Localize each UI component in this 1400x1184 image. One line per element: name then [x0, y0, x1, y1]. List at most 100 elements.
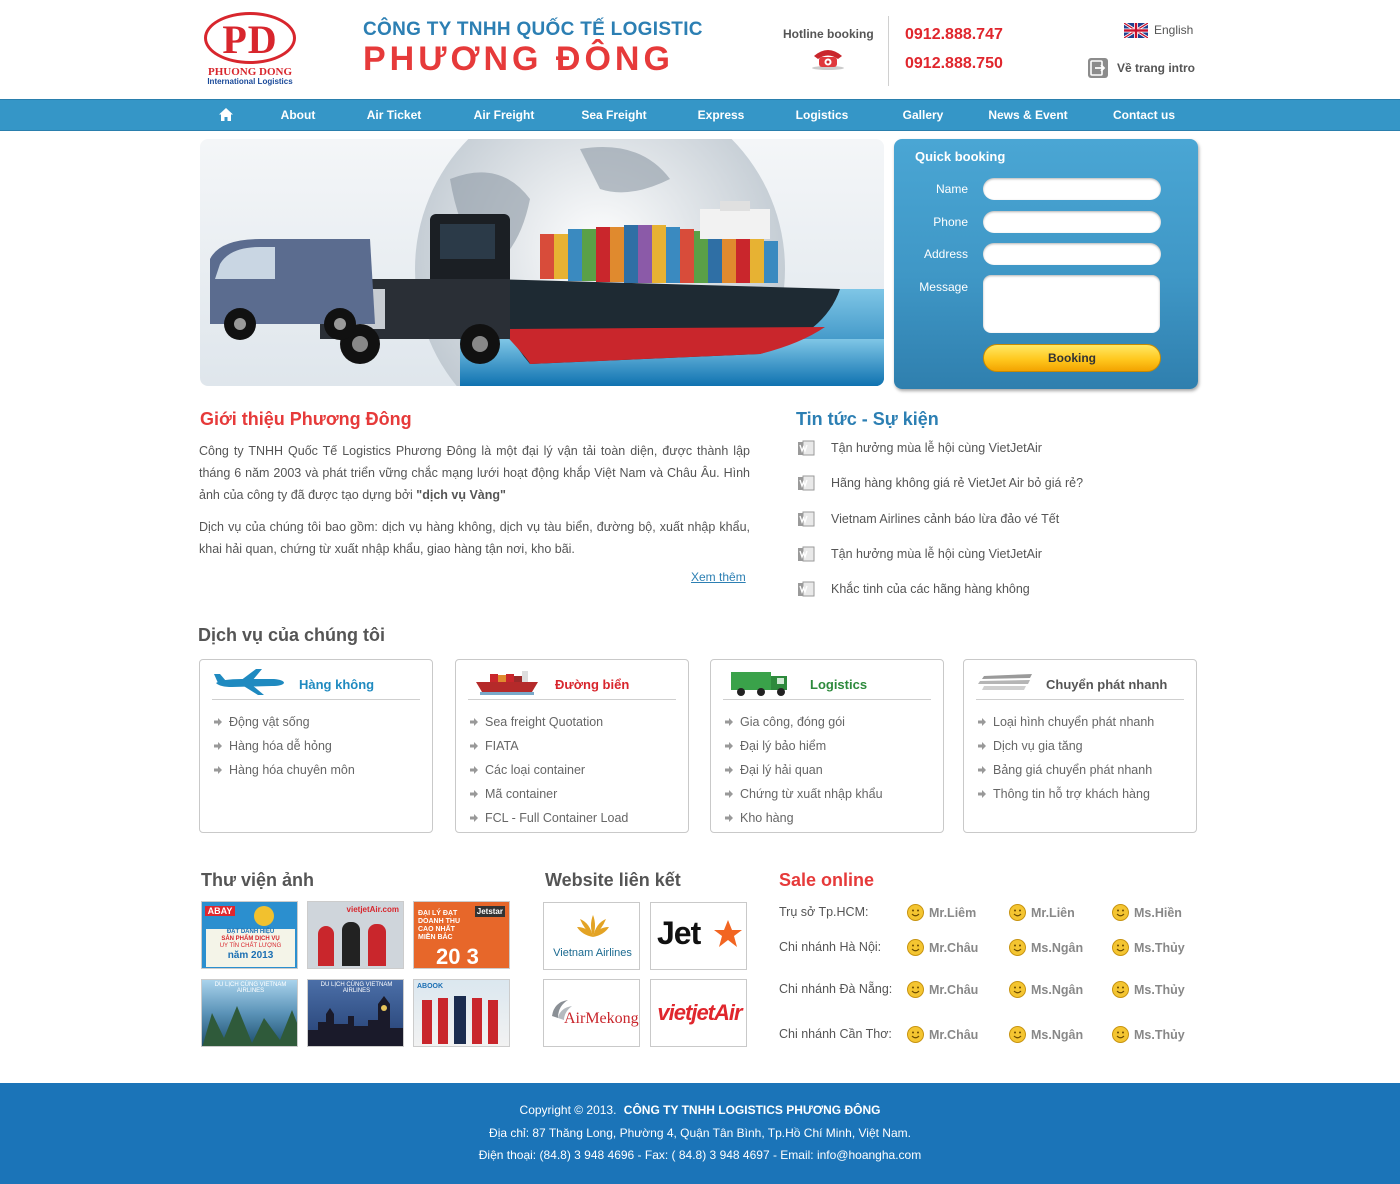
sale-contact[interactable]: Mr.Châu — [907, 939, 978, 956]
nav-logistics[interactable]: Logistics — [786, 100, 858, 132]
footer-copyright-line: Copyright © 2013. CÔNG TY TNHH LOGISTICS… — [0, 1103, 1400, 1117]
nav-express[interactable]: Express — [690, 100, 752, 132]
service-list: Sea freight Quotation FIATA Các loại con… — [470, 710, 628, 830]
service-item[interactable]: Hàng hóa chuyên môn — [214, 758, 355, 782]
service-box-logistics: Logistics Gia công, đóng gói Đại lý bảo … — [710, 659, 944, 833]
service-item[interactable]: Dịch vụ gia tăng — [978, 734, 1154, 758]
air-mekong-wordmark: AirMekong — [564, 1010, 639, 1027]
sale-contact-name: Ms.Thủy — [1134, 1027, 1185, 1042]
service-box-header: Logistics — [723, 666, 931, 700]
service-box-header: Hàng không — [212, 666, 420, 700]
sale-contact[interactable]: Mr.Châu — [907, 981, 978, 998]
language-switch[interactable]: English — [1124, 22, 1193, 38]
smiley-icon — [1112, 939, 1129, 956]
gallery-thumb[interactable]: vietjetAir.com — [307, 901, 404, 969]
footer-contact: Điện thoại: (84.8) 3 948 4696 - Fax: ( 8… — [478, 1148, 922, 1162]
service-item[interactable]: Động vật sống — [214, 710, 355, 734]
service-item[interactable]: Đại lý bảo hiểm — [725, 734, 883, 758]
sale-contact[interactable]: Ms.Ngân — [1009, 939, 1083, 956]
arrow-right-icon — [725, 718, 733, 726]
sale-contact[interactable]: Mr.Liên — [1009, 904, 1075, 921]
arrow-right-icon — [978, 790, 986, 798]
news-item[interactable]: Hãng hàng không giá rẻ VietJet Air bỏ gi… — [797, 475, 1083, 491]
service-item[interactable]: Hàng hóa dễ hỏng — [214, 734, 355, 758]
vietnam-airlines-link[interactable]: Vietnam Airlines — [543, 902, 640, 970]
arrow-right-icon — [470, 742, 478, 750]
news-item[interactable]: Khắc tinh của các hãng hàng không — [797, 581, 1030, 597]
service-item[interactable]: Chứng từ xuất nhập khẩu — [725, 782, 883, 806]
jetstar-link[interactable]: Jet — [650, 902, 747, 970]
message-textarea[interactable] — [983, 275, 1160, 333]
service-item[interactable]: Bảng giá chuyển phát nhanh — [978, 758, 1154, 782]
service-box-title: Đường biển — [555, 677, 630, 692]
nav-air-ticket[interactable]: Air Ticket — [356, 100, 432, 132]
gallery-thumb[interactable]: DU LỊCH CÙNG VIETNAM AIRLINES — [307, 979, 404, 1047]
service-item-label: Bảng giá chuyển phát nhanh — [993, 763, 1153, 777]
message-label: Message — [919, 280, 968, 294]
service-item[interactable]: Mã container — [470, 782, 628, 806]
arrow-right-icon — [470, 766, 478, 774]
gallery-thumb[interactable]: ĐẠI LÝ ĐẠT DOANH THU CAO NHẤT MIỀN BẮC 2… — [413, 901, 510, 969]
service-item[interactable]: FCL - Full Container Load — [470, 806, 628, 830]
name-input[interactable] — [983, 178, 1161, 200]
nav-contact-us[interactable]: Contact us — [1104, 100, 1184, 132]
air-mekong-link[interactable]: AirMekong — [543, 979, 640, 1047]
nav-air-freight[interactable]: Air Freight — [464, 100, 544, 132]
gallery-thumb-caption-block: ĐẠI LÝ ĐẠT DOANH THU CAO NHẤT MIỀN BẮC — [418, 910, 474, 942]
logo-line2: International Logistics — [207, 77, 293, 86]
read-more-link[interactable]: Xem thêm — [691, 570, 746, 584]
gallery-thumb-caption: DOANH THU — [418, 918, 460, 925]
gallery-thumb[interactable]: ABAY ĐẠT DANH HIỆU SẢN PHẨM DỊCH VỤ UY T… — [201, 901, 298, 969]
service-item[interactable]: Kho hàng — [725, 806, 883, 830]
service-item[interactable]: Đại lý hải quan — [725, 758, 883, 782]
telephone-icon — [812, 50, 844, 70]
intro-link[interactable]: Về trang intro — [1087, 57, 1195, 79]
arrow-right-icon — [725, 790, 733, 798]
sale-contact[interactable]: Mr.Liêm — [907, 904, 976, 921]
service-box-header: Chuyển phát nhanh — [976, 666, 1184, 700]
nav-sea-freight[interactable]: Sea Freight — [572, 100, 656, 132]
gallery-thumb[interactable]: ABOOK — [413, 979, 510, 1047]
nav-news-event[interactable]: News & Event — [980, 100, 1076, 132]
footer-company-name: CÔNG TY TNHH LOGISTICS PHƯƠNG ĐÔNG — [623, 1103, 881, 1117]
news-item[interactable]: Tận hưởng mùa lễ hội cùng VietJetAir — [797, 440, 1042, 456]
sale-contact[interactable]: Ms.Ngân — [1009, 981, 1083, 998]
company-logo[interactable]: PD PHUONG DONG International Logistics — [200, 10, 300, 88]
service-item[interactable]: Sea freight Quotation — [470, 710, 628, 734]
truck-icon — [731, 672, 787, 696]
address-input[interactable] — [983, 243, 1161, 265]
service-item[interactable]: Thông tin hỗ trợ khách hàng — [978, 782, 1154, 806]
branch-label: Trụ sở Tp.HCM: — [779, 905, 869, 919]
news-item[interactable]: Vietnam Airlines cảnh báo lừa đảo vé Tết — [797, 511, 1059, 527]
gallery-thumb-caption: năm 2013 — [227, 950, 274, 961]
sale-contact[interactable]: Ms.Hiền — [1112, 904, 1182, 921]
sale-contact[interactable]: Ms.Ngân — [1009, 1026, 1083, 1043]
gallery-thumb[interactable]: DU LỊCH CÙNG VIETNAM AIRLINES — [201, 979, 298, 1047]
hotline-label: Hotline booking — [783, 27, 874, 41]
booking-button[interactable]: Booking — [983, 344, 1161, 372]
sale-contact-name: Mr.Liên — [1031, 905, 1075, 920]
home-icon[interactable] — [218, 107, 234, 122]
person-shape — [488, 1000, 498, 1044]
service-item-label: Hàng hóa chuyên môn — [229, 763, 355, 777]
sale-contact[interactable]: Ms.Thủy — [1112, 981, 1185, 998]
sale-contact[interactable]: Ms.Thủy — [1112, 939, 1185, 956]
service-item-label: Chứng từ xuất nhập khẩu — [740, 787, 883, 801]
banner-image — [200, 139, 884, 386]
hotline-number-2[interactable]: 0912.888.750 — [905, 55, 1003, 73]
service-item[interactable]: Các loại container — [470, 758, 628, 782]
booking-title: Quick booking — [915, 149, 1006, 164]
service-item[interactable]: Loại hình chuyển phát nhanh — [978, 710, 1154, 734]
service-item-label: Kho hàng — [740, 811, 794, 825]
sale-contact[interactable]: Ms.Thủy — [1112, 1026, 1185, 1043]
vietjet-link[interactable]: vietjetAir — [650, 979, 747, 1047]
news-item[interactable]: Tận hưởng mùa lễ hội cùng VietJetAir — [797, 546, 1042, 562]
nav-gallery[interactable]: Gallery — [893, 100, 953, 132]
phone-input[interactable] — [983, 211, 1161, 233]
hotline-number-1[interactable]: 0912.888.747 — [905, 26, 1003, 44]
gallery-thumb-caption: ABOOK — [417, 983, 444, 990]
nav-about[interactable]: About — [270, 100, 326, 132]
service-item[interactable]: FIATA — [470, 734, 628, 758]
sale-contact[interactable]: Mr.Châu — [907, 1026, 978, 1043]
service-item[interactable]: Gia công, đóng gói — [725, 710, 883, 734]
